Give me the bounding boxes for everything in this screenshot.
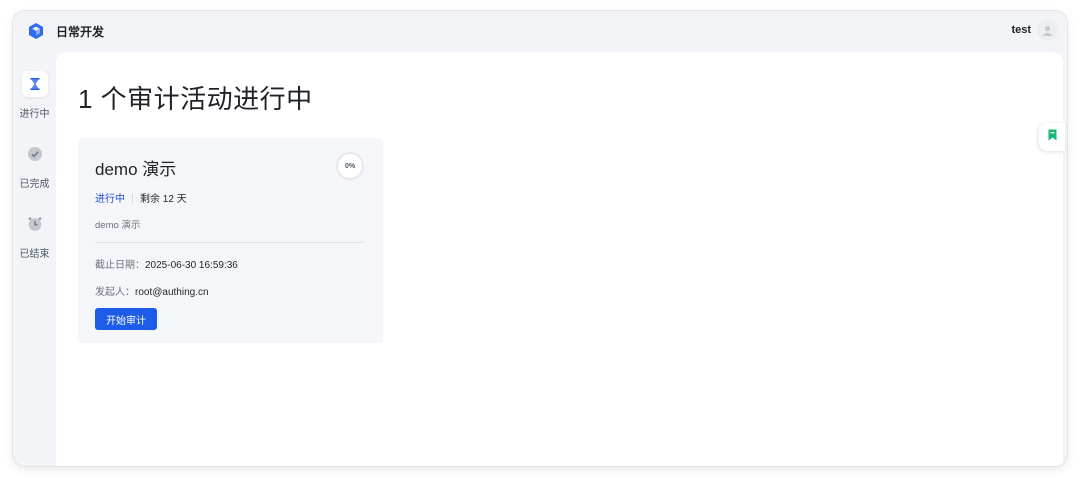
initiator-label: 发起人：	[95, 287, 135, 298]
status-divider	[132, 194, 133, 203]
hourglass-icon	[21, 71, 48, 97]
sidebar-item-label: 已完成	[19, 179, 50, 190]
sidebar-item-in-progress[interactable]: 进行中	[13, 71, 56, 120]
app-logo-icon[interactable]	[27, 22, 45, 40]
alarm-clock-icon	[22, 211, 48, 237]
app-window: 日常开发 test 进行中 已完成 已结束 1 个审计活动进行中 demo 演示…	[13, 11, 1067, 466]
remaining-unit: 天	[176, 194, 187, 205]
progress-ring: 0%	[336, 152, 364, 180]
bookmark-icon	[1047, 128, 1058, 146]
deadline-label: 截止日期：	[95, 260, 145, 271]
sidebar-item-label: 进行中	[19, 109, 50, 120]
remaining-prefix: 剩余	[140, 194, 160, 205]
top-bar: 日常开发 test	[13, 11, 1067, 51]
sidebar-item-ended[interactable]: 已结束	[13, 211, 56, 260]
username[interactable]: test	[1011, 24, 1031, 36]
app-title: 日常开发	[56, 25, 105, 39]
status-badge: 进行中	[95, 194, 125, 205]
card-description: demo 演示	[95, 220, 141, 231]
card-divider	[95, 242, 365, 243]
deadline-value: 2025-06-30 16:59:36	[145, 260, 238, 271]
page-title: 1 个审计活动进行中	[78, 84, 313, 114]
main-content: 1 个审计活动进行中 demo 演示 0% 进行中 剩余 12 天 demo 演示…	[56, 52, 1063, 466]
check-circle-icon	[22, 141, 48, 167]
sidebar-item-completed[interactable]: 已完成	[13, 141, 56, 190]
avatar[interactable]	[1037, 20, 1058, 41]
deadline-row: 截止日期：2025-06-30 16:59:36	[95, 256, 238, 271]
audit-card[interactable]: demo 演示 0% 进行中 剩余 12 天 demo 演示 截止日期：2025-…	[78, 138, 383, 343]
progress-value: 0%	[344, 162, 356, 170]
initiator-row: 发起人：root@authing.cn	[95, 283, 209, 298]
status-row: 进行中 剩余 12 天	[95, 190, 187, 205]
initiator-value: root@authing.cn	[135, 287, 209, 298]
floating-bookmark-tab[interactable]	[1039, 123, 1065, 151]
sidebar-item-label: 已结束	[19, 249, 50, 260]
remaining-days: 12	[162, 194, 174, 205]
card-title: demo 演示	[95, 160, 177, 179]
start-audit-button[interactable]: 开始审计	[95, 308, 157, 330]
